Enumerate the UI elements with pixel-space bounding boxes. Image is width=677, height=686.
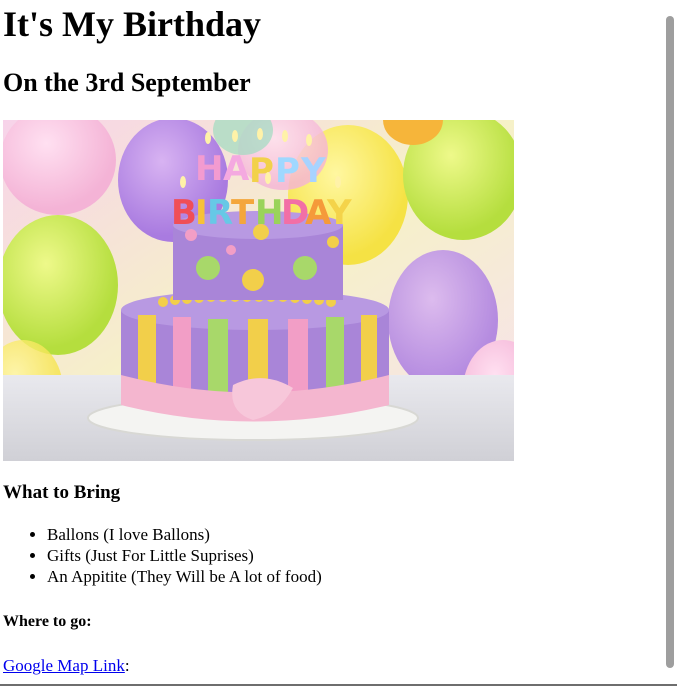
- svg-text:I: I: [195, 193, 208, 233]
- page-subtitle: On the 3rd September: [3, 68, 251, 97]
- google-map-link[interactable]: Google Map Link: [3, 656, 125, 675]
- what-to-bring-heading: What to Bring: [3, 482, 121, 503]
- map-link-suffix: :: [124, 656, 130, 675]
- svg-text:R: R: [207, 193, 233, 233]
- svg-text:P: P: [249, 151, 274, 191]
- svg-text:H: H: [255, 193, 283, 233]
- svg-text:Y: Y: [300, 151, 326, 191]
- where-to-go-heading: Where to go:: [3, 613, 92, 630]
- svg-text:H: H: [195, 149, 223, 189]
- scrollbar-thumb[interactable]: [666, 16, 674, 668]
- browser-viewport: It's My Birthday On the 3rd September H …: [0, 0, 677, 686]
- birthday-cake-image: H A P P Y B I R T H D A Y: [3, 120, 514, 461]
- svg-text:Y: Y: [326, 193, 352, 233]
- list-item: An Appitite (They Will be A lot of food): [47, 566, 322, 587]
- bring-list: Ballons (I love Ballons) Gifts (Just For…: [3, 524, 322, 587]
- svg-text:T: T: [231, 193, 255, 233]
- svg-text:P: P: [275, 151, 300, 191]
- list-item: Ballons (I love Ballons): [47, 524, 322, 545]
- svg-text:B: B: [171, 193, 197, 233]
- svg-text:A: A: [223, 149, 250, 189]
- list-item: Gifts (Just For Little Suprises): [47, 545, 322, 566]
- page-title: It's My Birthday: [3, 4, 262, 44]
- map-link-line: Google Map Link:: [3, 655, 130, 677]
- vertical-scrollbar[interactable]: [662, 0, 677, 686]
